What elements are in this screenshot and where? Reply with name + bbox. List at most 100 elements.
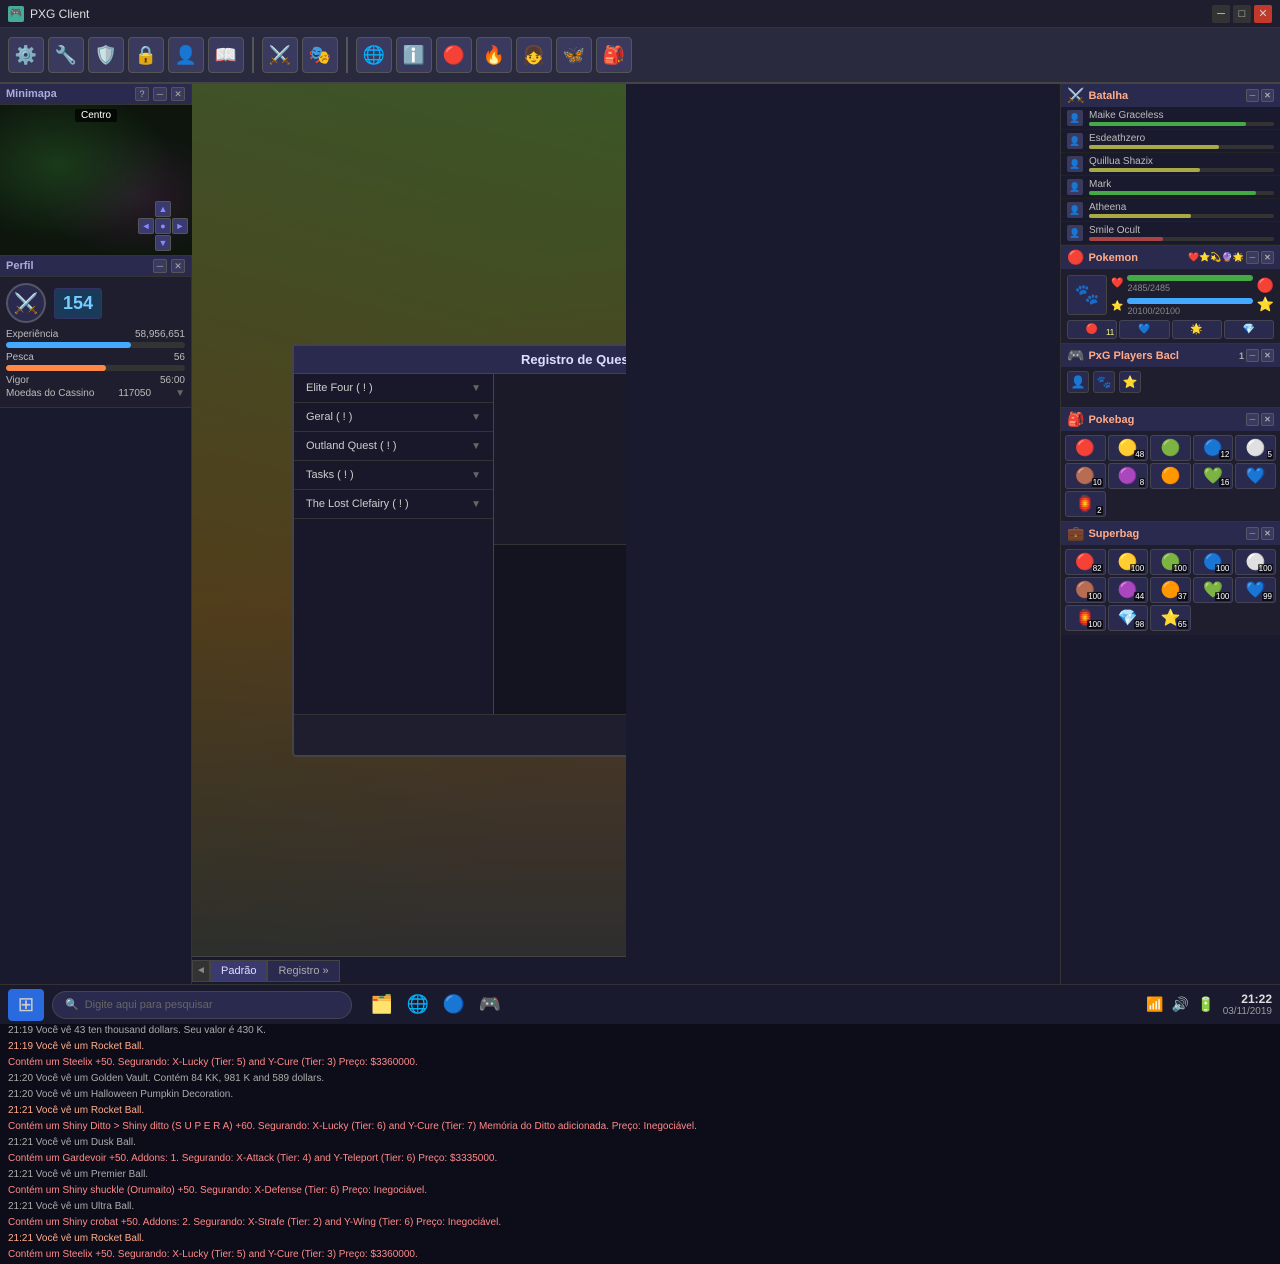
taskbar-chrome-icon[interactable]: 🔵: [440, 991, 468, 1019]
toolbar-book-icon[interactable]: 📖: [208, 37, 244, 73]
superbag-item-3[interactable]: 🔵 100: [1193, 549, 1234, 575]
tab-prev-btn[interactable]: ◄: [192, 960, 210, 982]
toolbar-fire-icon[interactable]: 🔥: [476, 37, 512, 73]
pxg-content: 👤 🐾 ⭐: [1061, 367, 1280, 407]
pokebag-item-2[interactable]: 🟢: [1150, 435, 1191, 461]
superbag-item-8[interactable]: 💚 100: [1193, 577, 1234, 603]
sys-battery-icon[interactable]: 🔋: [1197, 996, 1214, 1013]
battle-min-btn[interactable]: ─: [1246, 89, 1259, 102]
taskbar-start-button[interactable]: ⊞: [8, 989, 44, 1021]
chat-line-11: 21:21 Você vê um Premier Ball.: [8, 1167, 1272, 1182]
minimap-down-btn[interactable]: ▼: [155, 235, 171, 251]
superbag-item-0[interactable]: 🔴 82: [1065, 549, 1106, 575]
tab-registro[interactable]: Registro »: [267, 960, 339, 982]
toolbar-globe-icon[interactable]: 🌐: [356, 37, 392, 73]
pokebag-item-0[interactable]: 🔴: [1065, 435, 1106, 461]
pokemon-close-btn[interactable]: ✕: [1261, 251, 1274, 264]
pokebag-item-3[interactable]: 🔵 12: [1193, 435, 1234, 461]
superbag-item-10[interactable]: 🏮 100: [1065, 605, 1106, 631]
minimap-min-btn[interactable]: ─: [153, 87, 167, 101]
toolbar-char-icon[interactable]: 👧: [516, 37, 552, 73]
superbag-item-7[interactable]: 🟠 37: [1150, 577, 1191, 603]
profile-title: Perfil: [6, 260, 151, 272]
toolbar-settings-icon[interactable]: 🔧: [48, 37, 84, 73]
toolbar-party-icon[interactable]: 🎭: [302, 37, 338, 73]
quest-item-4[interactable]: The Lost Clefairy ( ! ) ▼: [294, 490, 493, 519]
minimap-center-btn[interactable]: ●: [155, 218, 171, 234]
pokebag-min-btn[interactable]: ─: [1246, 413, 1259, 426]
quest-item-1[interactable]: Geral ( ! ) ▼: [294, 403, 493, 432]
superbag-item-5[interactable]: 🟤 100: [1065, 577, 1106, 603]
pokebag-item-10[interactable]: 🏮 2: [1065, 491, 1106, 517]
toolbar-bag-icon[interactable]: 🎒: [596, 37, 632, 73]
superbag-item-6[interactable]: 🟣 44: [1108, 577, 1149, 603]
pokemon-action-2[interactable]: ⭐: [1257, 296, 1274, 313]
pokebag-item-8[interactable]: 💚 16: [1193, 463, 1234, 489]
minimap-up-btn[interactable]: ▲: [155, 201, 171, 217]
exp-value: 58,956,651: [135, 329, 185, 340]
pokebag-item-1[interactable]: 🟡 48: [1108, 435, 1149, 461]
quest-item-2[interactable]: Outland Quest ( ! ) ▼: [294, 432, 493, 461]
close-button[interactable]: ✕: [1254, 5, 1272, 23]
pxg-player-icon-3[interactable]: ⭐: [1119, 371, 1141, 393]
toolbar: ⚙️ 🔧 🛡️ 🔒 👤 📖 ⚔️ 🎭 🌐 ℹ️ 🔴 🔥 👧 🦋 🎒: [0, 28, 1280, 84]
minimap-left-btn[interactable]: ◄: [138, 218, 154, 234]
maximize-button[interactable]: □: [1233, 5, 1251, 23]
toolbar-lock-icon[interactable]: 🔒: [128, 37, 164, 73]
sys-network-icon[interactable]: 📶: [1146, 996, 1163, 1013]
pokemon-action-1[interactable]: 🔴: [1257, 277, 1274, 294]
superbag-item-11[interactable]: 💎 98: [1108, 605, 1149, 631]
casino-expand-icon[interactable]: ▼: [175, 388, 185, 399]
superbag-item-12[interactable]: ⭐ 65: [1150, 605, 1191, 631]
toolbar-fly-icon[interactable]: 🦋: [556, 37, 592, 73]
toolbar-pokeball-icon[interactable]: 🔴: [436, 37, 472, 73]
superbag-item-1[interactable]: 🟡 100: [1108, 549, 1149, 575]
pokebag-close-btn[interactable]: ✕: [1261, 413, 1274, 426]
profile-close-btn[interactable]: ✕: [171, 259, 185, 273]
superbag-item-4[interactable]: ⚪ 100: [1235, 549, 1276, 575]
quest-item-0[interactable]: Elite Four ( ! ) ▼: [294, 374, 493, 403]
taskbar-explorer-icon[interactable]: 🗂️: [368, 991, 396, 1019]
quest-item-3[interactable]: Tasks ( ! ) ▼: [294, 461, 493, 490]
pokebag-item-6[interactable]: 🟣 8: [1108, 463, 1149, 489]
taskbar-edge-icon[interactable]: 🌐: [404, 991, 432, 1019]
minimap-right-btn[interactable]: ►: [172, 218, 188, 234]
quest-detail-top: [494, 374, 626, 545]
toolbar-shield-icon[interactable]: 🛡️: [88, 37, 124, 73]
minimap-help-btn[interactable]: ?: [135, 87, 149, 101]
pxg-player-icon-1[interactable]: 👤: [1067, 371, 1089, 393]
taskbar-search[interactable]: 🔍 Digite aqui para pesquisar: [52, 991, 352, 1019]
profile-min-btn[interactable]: ─: [153, 259, 167, 273]
minimap-close-btn[interactable]: ✕: [171, 87, 185, 101]
pxg-min-btn[interactable]: ─: [1246, 349, 1259, 362]
superbag-min-btn[interactable]: ─: [1246, 527, 1259, 540]
pxg-player-icon-2[interactable]: 🐾: [1093, 371, 1115, 393]
toolbar-separator-1: [252, 37, 254, 73]
toolbar-user-icon[interactable]: 👤: [168, 37, 204, 73]
toolbar-arena-icon[interactable]: ⚔️: [262, 37, 298, 73]
pokebag-item-5[interactable]: 🟤 10: [1065, 463, 1106, 489]
superbag-count-4: 100: [1258, 564, 1273, 573]
pxg-close-btn[interactable]: ✕: [1261, 349, 1274, 362]
pokebag-item-9[interactable]: 💙: [1235, 463, 1276, 489]
superbag-item-2[interactable]: 🟢 100: [1150, 549, 1191, 575]
superbag-item-9[interactable]: 💙 99: [1235, 577, 1276, 603]
superbag-close-btn[interactable]: ✕: [1261, 527, 1274, 540]
pokebag-count-3: 12: [1219, 450, 1230, 459]
taskbar-game-icon[interactable]: 🎮: [476, 991, 504, 1019]
battle-icon: ⚔️: [1067, 87, 1084, 104]
pokebag-item-7[interactable]: 🟠: [1150, 463, 1191, 489]
minimize-button[interactable]: ─: [1212, 5, 1230, 23]
battle-players: 👤 Maike Graceless 👤 Esdeathzero 👤: [1061, 107, 1280, 245]
exp-label: Experiência: [6, 329, 58, 340]
taskbar-clock[interactable]: 21:22 03/11/2019: [1223, 992, 1272, 1017]
toolbar-home-icon[interactable]: ⚙️: [8, 37, 44, 73]
toolbar-info-icon[interactable]: ℹ️: [396, 37, 432, 73]
superbag-controls: ─ ✕: [1246, 527, 1274, 540]
pokemon-min-btn[interactable]: ─: [1246, 251, 1259, 264]
pokebag-item-4[interactable]: ⚪ 5: [1235, 435, 1276, 461]
battle-close-btn[interactable]: ✕: [1261, 89, 1274, 102]
sys-sound-icon[interactable]: 🔊: [1172, 996, 1189, 1013]
battle-player-info-2: Quillua Shazix: [1089, 156, 1274, 172]
tab-padrao[interactable]: Padrão: [210, 960, 267, 982]
